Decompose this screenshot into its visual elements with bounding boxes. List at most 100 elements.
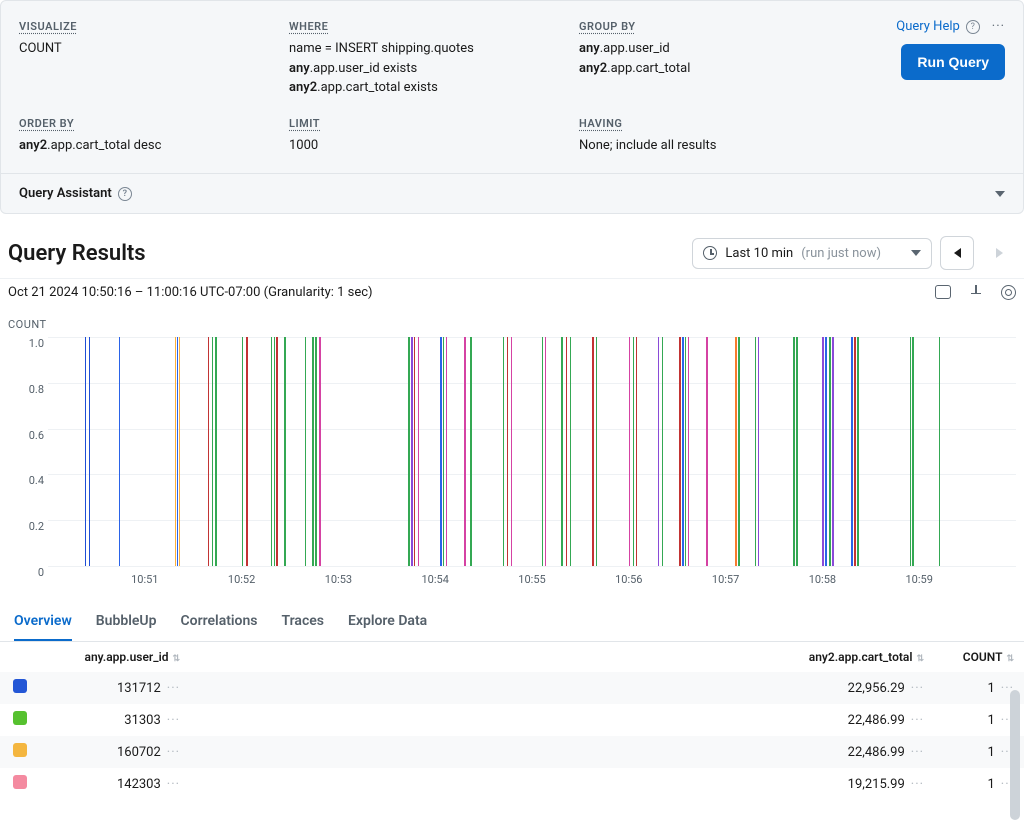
tab-bubbleup[interactable]: BubbleUp	[96, 613, 157, 641]
row-more-icon[interactable]: ···	[161, 745, 180, 760]
col-count[interactable]: COUNT⇅	[934, 642, 1024, 672]
settings-icon[interactable]	[1001, 285, 1016, 300]
chart-spike[interactable]	[312, 337, 314, 566]
chart-spike[interactable]	[411, 337, 413, 566]
groupby-section[interactable]: GROUP BY any.app.user_id any2.app.cart_t…	[579, 19, 819, 98]
chart-spike[interactable]	[566, 337, 568, 566]
comment-icon[interactable]	[935, 285, 951, 299]
chart-spike[interactable]	[636, 337, 638, 566]
chart-spike[interactable]	[685, 337, 687, 566]
chart-spike[interactable]	[418, 337, 420, 566]
chart-spike[interactable]	[542, 337, 544, 566]
chart-spike[interactable]	[246, 337, 248, 566]
run-query-button[interactable]: Run Query	[901, 44, 1005, 80]
tab-traces[interactable]: Traces	[282, 613, 324, 641]
row-more-icon[interactable]: ···	[905, 713, 924, 728]
chart-spike[interactable]	[208, 337, 210, 566]
chart-spike[interactable]	[910, 337, 912, 566]
chart-spike[interactable]	[414, 337, 416, 566]
chart-spike[interactable]	[212, 337, 214, 566]
chevron-down-icon[interactable]	[995, 191, 1005, 197]
table-row[interactable]: 142303···19,215.99···1···	[0, 768, 1024, 800]
chart-spike[interactable]	[829, 337, 831, 566]
chart-spike[interactable]	[276, 337, 278, 566]
chart-spike[interactable]	[735, 337, 737, 566]
chart-spike[interactable]	[912, 337, 914, 566]
table-row[interactable]: 160702···22,486.99···1···	[0, 736, 1024, 768]
next-time-button[interactable]	[982, 236, 1016, 270]
chart-spike[interactable]	[284, 337, 286, 566]
where-section[interactable]: WHERE name = INSERT shipping.quotes any.…	[289, 19, 579, 98]
chart-spike[interactable]	[119, 337, 121, 566]
chart-spike[interactable]	[315, 337, 317, 566]
chart-spike[interactable]	[658, 337, 660, 566]
chart-spike[interactable]	[738, 337, 740, 566]
having-section[interactable]: HAVING None; include all results	[579, 116, 819, 156]
more-menu-icon[interactable]: ···	[992, 19, 1005, 34]
query-help-link[interactable]: Query Help ?	[896, 19, 980, 34]
limit-section[interactable]: LIMIT 1000	[289, 116, 579, 156]
chart-spike[interactable]	[633, 337, 635, 566]
chart-spike[interactable]	[570, 337, 572, 566]
chart-spike[interactable]	[755, 337, 757, 566]
chart-spike[interactable]	[440, 337, 442, 566]
row-more-icon[interactable]: ···	[905, 681, 924, 696]
time-range-select[interactable]: Last 10 min (run just now)	[692, 238, 932, 269]
row-more-icon[interactable]: ···	[905, 777, 924, 792]
chart-spike[interactable]	[242, 337, 244, 566]
chart-spike[interactable]	[274, 337, 276, 566]
chart-spike[interactable]	[511, 337, 513, 566]
chart-spike[interactable]	[85, 337, 87, 566]
prev-time-button[interactable]	[940, 236, 974, 270]
chart-spike[interactable]	[688, 337, 690, 566]
row-more-icon[interactable]: ···	[161, 681, 180, 696]
row-more-icon[interactable]: ···	[161, 777, 180, 792]
chart-spike[interactable]	[271, 337, 273, 566]
chart-spike[interactable]	[319, 337, 321, 566]
chart-spike[interactable]	[507, 337, 509, 566]
chart-spike[interactable]	[662, 337, 664, 566]
chart-spike[interactable]	[179, 337, 181, 566]
chart-spike[interactable]	[682, 337, 684, 566]
chart-spike[interactable]	[706, 337, 708, 566]
chart-spike[interactable]	[503, 337, 505, 566]
col-cart-total[interactable]: any2.app.cart_total⇅	[190, 642, 934, 672]
chart-spike[interactable]	[446, 337, 448, 566]
chart-spike[interactable]	[470, 337, 472, 566]
chart-spike[interactable]	[305, 337, 307, 566]
chart-spike[interactable]	[832, 337, 834, 566]
row-more-icon[interactable]: ···	[161, 713, 180, 728]
chart-spike[interactable]	[592, 337, 594, 566]
visualize-section[interactable]: VISUALIZE COUNT	[19, 19, 289, 98]
chart-spike[interactable]	[939, 337, 941, 566]
scrollbar-thumb[interactable]	[1010, 690, 1020, 820]
chart-spike[interactable]	[215, 337, 217, 566]
tab-overview[interactable]: Overview	[14, 613, 72, 641]
chart-plot-area[interactable]: 1.0 0.8 0.6 0.4 0.2 0	[48, 337, 1016, 567]
row-more-icon[interactable]: ···	[905, 745, 924, 760]
chart-spike[interactable]	[825, 337, 827, 566]
orderby-section[interactable]: ORDER BY any2.app.cart_total desc	[19, 116, 289, 156]
query-assistant-row[interactable]: Query Assistant ?	[1, 173, 1023, 213]
chart-spike[interactable]	[596, 337, 598, 566]
col-user-id[interactable]: any.app.user_id⇅	[40, 642, 190, 672]
chart-spike[interactable]	[796, 337, 798, 566]
chart-spike[interactable]	[464, 337, 466, 566]
table-row[interactable]: 31303···22,486.99···1···	[0, 704, 1024, 736]
chart-spike[interactable]	[822, 337, 824, 566]
chart-spike[interactable]	[793, 337, 795, 566]
chart-spike[interactable]	[758, 337, 760, 566]
table-row[interactable]: 131712···22,956.29···1···	[0, 672, 1024, 704]
chart-spike[interactable]	[561, 337, 563, 566]
chart-spike[interactable]	[679, 337, 681, 566]
chart-spike[interactable]	[408, 337, 410, 566]
tab-explore-data[interactable]: Explore Data	[348, 613, 427, 641]
chart-spike[interactable]	[545, 337, 547, 566]
chart-spike[interactable]	[854, 337, 856, 566]
chart-spike[interactable]	[851, 337, 853, 566]
chart-spike[interactable]	[629, 337, 631, 566]
tab-correlations[interactable]: Correlations	[181, 613, 258, 641]
chart-spike[interactable]	[89, 337, 91, 566]
chart-spike[interactable]	[857, 337, 859, 566]
download-icon[interactable]	[969, 285, 983, 299]
